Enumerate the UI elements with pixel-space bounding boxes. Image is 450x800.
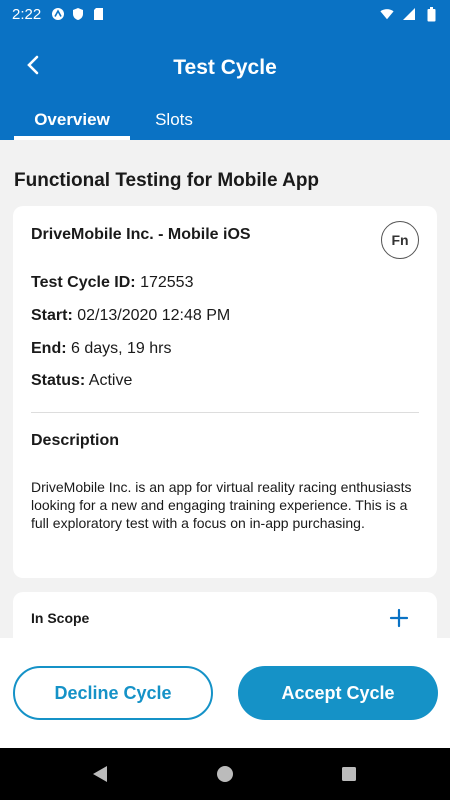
start-value: 02/13/2020 12:48 PM <box>77 307 231 324</box>
system-nav-bar <box>0 748 450 800</box>
status-value: Active <box>88 372 133 389</box>
end-duration: End: 6 days, 19 hrs <box>31 340 172 358</box>
status: Status: Active <box>31 372 132 390</box>
test-cycle-id: Test Cycle ID: 172553 <box>31 274 193 292</box>
wifi-icon <box>380 7 394 21</box>
content-scroll[interactable]: Functional Testing for Mobile App DriveM… <box>0 140 450 638</box>
app-notification-icon <box>51 7 65 21</box>
type-badge: Fn <box>381 221 419 259</box>
id-label: Test Cycle ID: <box>31 274 136 291</box>
plus-icon[interactable] <box>389 608 409 628</box>
signal-icon <box>402 7 416 21</box>
start-date: Start: 02/13/2020 12:48 PM <box>31 307 230 325</box>
divider <box>31 412 419 413</box>
accept-cycle-button[interactable]: Accept Cycle <box>238 666 438 720</box>
nav-home-icon[interactable] <box>213 762 237 786</box>
sd-card-icon <box>91 7 105 21</box>
in-scope-label: In Scope <box>31 610 90 626</box>
status-time: 2:22 <box>12 5 42 23</box>
nav-recents-icon[interactable] <box>337 762 361 786</box>
nav-back-icon[interactable] <box>88 762 112 786</box>
tab-bar: Overview Slots <box>0 100 450 140</box>
cycle-title: Functional Testing for Mobile App <box>14 170 320 191</box>
end-label: End: <box>31 340 67 357</box>
description-text: DriveMobile Inc. is an app for virtual r… <box>31 479 412 531</box>
decline-cycle-button[interactable]: Decline Cycle <box>13 666 213 720</box>
page-title: Test Cycle <box>173 56 277 79</box>
tab-slots[interactable]: Slots <box>132 100 216 140</box>
cycle-details-card: DriveMobile Inc. - Mobile iOS Fn Test Cy… <box>13 206 437 578</box>
status-bar: 2:22 <box>0 0 450 28</box>
in-scope-card[interactable]: In Scope <box>13 592 437 638</box>
description-heading: Description <box>31 432 120 449</box>
action-bar: Decline Cycle Accept Cycle <box>0 638 450 748</box>
battery-icon <box>424 6 438 21</box>
shield-icon <box>71 7 85 21</box>
start-label: Start: <box>31 307 73 324</box>
end-value: 6 days, 19 hrs <box>71 340 172 357</box>
tab-overview[interactable]: Overview <box>14 100 130 140</box>
app-bar: Test Cycle Overview Slots <box>0 28 450 140</box>
company-name: DriveMobile Inc. - Mobile iOS <box>31 226 251 243</box>
id-value: 172553 <box>140 274 194 291</box>
status-label: Status: <box>31 372 86 389</box>
